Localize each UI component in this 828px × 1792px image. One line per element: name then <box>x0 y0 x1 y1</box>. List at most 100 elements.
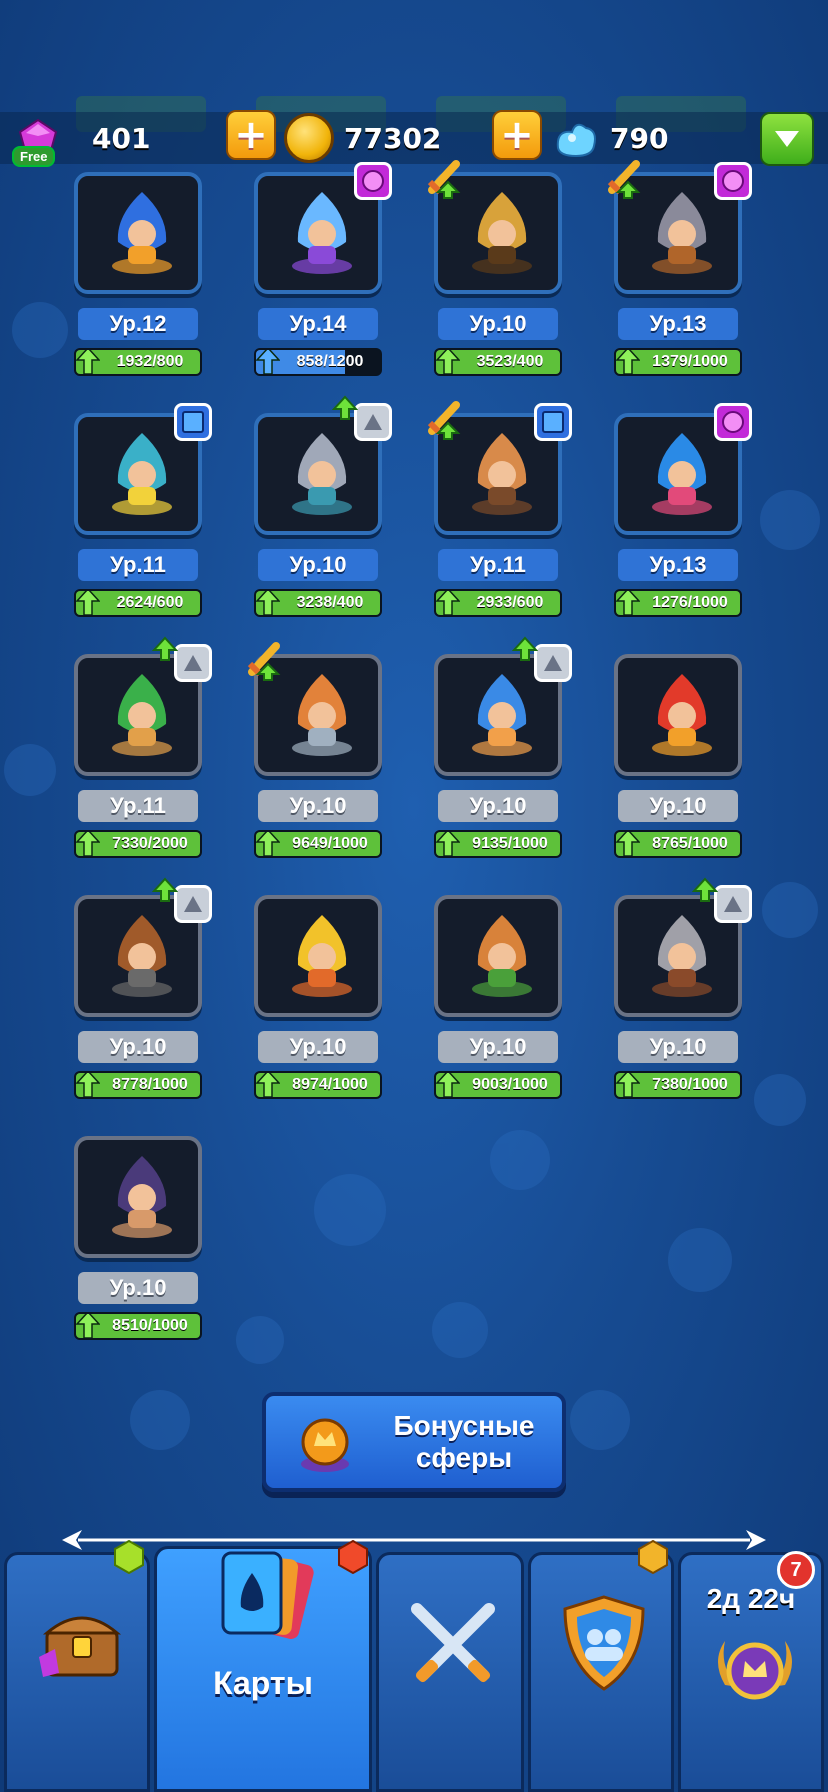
boar-hero-icon <box>112 915 172 997</box>
card-progress-text: 7380/1000 <box>652 1076 728 1093</box>
hero-card[interactable]: Ур.11 2624/600 <box>70 403 212 619</box>
card-level: Ур.10 <box>438 1031 558 1063</box>
cards-icon <box>221 1551 314 1639</box>
hero-card[interactable]: Ур.12 1932/800 <box>70 168 206 378</box>
hero-card[interactable]: Ур.11 7330/2000 <box>70 636 212 860</box>
card-progress-text: 8510/1000 <box>112 1317 188 1334</box>
cauldron-hero-icon <box>292 192 352 274</box>
card-progress-text: 1276/1000 <box>652 594 728 611</box>
card-progress-bar: 8778/1000 <box>74 1071 202 1099</box>
card-level: Ур.13 <box>618 308 738 340</box>
card-level: Ур.11 <box>78 790 198 822</box>
event-notification-badge: 7 <box>777 1551 815 1589</box>
grey-rarity-badge <box>174 644 212 682</box>
coin-icon <box>284 113 334 163</box>
card-progress-bar: 3523/400 <box>434 348 562 376</box>
shaman-hero-icon <box>472 915 532 997</box>
tab-cards[interactable]: Карты <box>154 1546 372 1792</box>
angel-hero-icon <box>112 433 172 515</box>
hero-card[interactable]: Ур.10 8974/1000 <box>250 891 386 1101</box>
tab-battle[interactable] <box>376 1552 524 1792</box>
card-progress-text: 8765/1000 <box>652 835 728 852</box>
green-up-arrow-icon <box>256 1073 280 1097</box>
grey-rarity-badge <box>534 644 572 682</box>
upgrade-arrow-icon <box>512 636 538 661</box>
menu-dropdown-button[interactable] <box>760 112 814 166</box>
hero-card[interactable]: Ур.10 9003/1000 <box>430 891 566 1101</box>
lightning-hero-icon <box>292 915 352 997</box>
card-level: Ур.10 <box>258 790 378 822</box>
card-level: Ур.10 <box>618 1031 738 1063</box>
card-level: Ур.10 <box>618 790 738 822</box>
hero-card[interactable]: Ур.10 3238/400 <box>250 395 392 619</box>
hero-card[interactable]: Ур.13 1276/1000 <box>610 403 752 619</box>
bonus-spheres-button[interactable]: Бонусные сферы <box>262 1392 566 1492</box>
buy-coins-button[interactable]: + <box>226 110 276 160</box>
druid-hero-icon <box>112 674 172 756</box>
hero-card[interactable]: Ур.10 3523/400 <box>427 160 566 378</box>
crystal-icon <box>556 123 596 158</box>
tab-cards-label: Карты <box>213 1665 313 1701</box>
hero-card[interactable]: Ур.13 1379/1000 <box>607 160 752 378</box>
card-progress-bar: 1932/800 <box>74 348 202 376</box>
card-level: Ур.12 <box>78 308 198 340</box>
card-level: Ур.13 <box>618 549 738 581</box>
buy-crystals-button[interactable]: + <box>492 110 542 160</box>
gems-counter: Free 401 <box>12 112 150 167</box>
card-progress-bar: 8510/1000 <box>74 1312 202 1340</box>
green-up-arrow-icon <box>76 1073 100 1097</box>
hero-card[interactable]: Ур.10 9135/1000 <box>430 636 572 860</box>
green-up-arrow-icon <box>76 350 100 374</box>
cards-notification-dot <box>338 1540 368 1574</box>
green-up-arrow-icon <box>616 1073 640 1097</box>
card-progress-bar: 9135/1000 <box>434 830 562 858</box>
hero-card[interactable]: Ур.14 858/1200 <box>250 162 392 378</box>
tab-event[interactable]: 2д 22ч 7 <box>678 1551 824 1792</box>
grey-rarity-badge <box>714 885 752 923</box>
card-portrait-frame <box>74 1136 202 1258</box>
gem-icon: Free <box>12 118 58 167</box>
tab-clan[interactable] <box>528 1552 674 1792</box>
bonus-spheres-label: Бонусные сферы <box>393 1410 535 1473</box>
card-progress-text: 1932/800 <box>116 353 184 370</box>
warrior-hero-icon <box>652 915 712 997</box>
card-progress-bar: 1379/1000 <box>614 348 742 376</box>
purple-rarity-badge <box>714 162 752 200</box>
green-up-arrow-icon <box>76 591 100 615</box>
green-up-arrow-icon <box>436 591 460 615</box>
coins-counter: 77302 <box>284 112 441 164</box>
hero-card[interactable]: Ур.10 8778/1000 <box>70 877 212 1101</box>
crossed-swords-icon <box>411 1603 495 1683</box>
card-portrait-frame <box>254 895 382 1017</box>
card-level: Ур.10 <box>438 308 558 340</box>
hero-card[interactable]: Ур.10 8765/1000 <box>610 650 746 860</box>
crystals-value: 790 <box>610 121 669 155</box>
sword-upgrade-icon <box>247 642 281 681</box>
card-progress-text: 3238/400 <box>296 594 364 611</box>
green-up-arrow-icon <box>256 832 280 856</box>
upgrade-arrow-icon <box>332 395 358 420</box>
hero-card[interactable]: Ур.10 7380/1000 <box>610 877 752 1101</box>
golem-hero-icon <box>472 192 532 274</box>
hero-card[interactable]: Ур.10 8510/1000 <box>70 1132 206 1342</box>
tab-chest[interactable] <box>4 1552 150 1792</box>
firemage-hero-icon <box>652 674 712 756</box>
grey-rarity-badge <box>174 885 212 923</box>
card-progress-text: 3523/400 <box>476 353 544 370</box>
green-up-arrow-icon <box>256 591 280 615</box>
sword-upgrade-icon <box>607 160 641 199</box>
card-progress-text: 2624/600 <box>116 594 184 611</box>
card-level: Ур.10 <box>78 1031 198 1063</box>
gasmask-hero-icon <box>292 674 352 756</box>
free-label: Free <box>12 146 56 167</box>
card-progress-bar: 1276/1000 <box>614 589 742 617</box>
card-progress-text: 7330/2000 <box>112 835 188 852</box>
sword-upgrade-icon <box>427 160 461 199</box>
card-progress-bar: 2933/600 <box>434 589 562 617</box>
knight-hero-icon <box>292 433 352 515</box>
card-progress-text: 9003/1000 <box>472 1076 548 1093</box>
sphere-icon <box>301 1418 349 1472</box>
hero-card[interactable]: Ур.10 9649/1000 <box>247 642 386 860</box>
green-up-arrow-icon <box>76 1314 100 1338</box>
hero-card[interactable]: Ур.11 2933/600 <box>427 401 572 619</box>
